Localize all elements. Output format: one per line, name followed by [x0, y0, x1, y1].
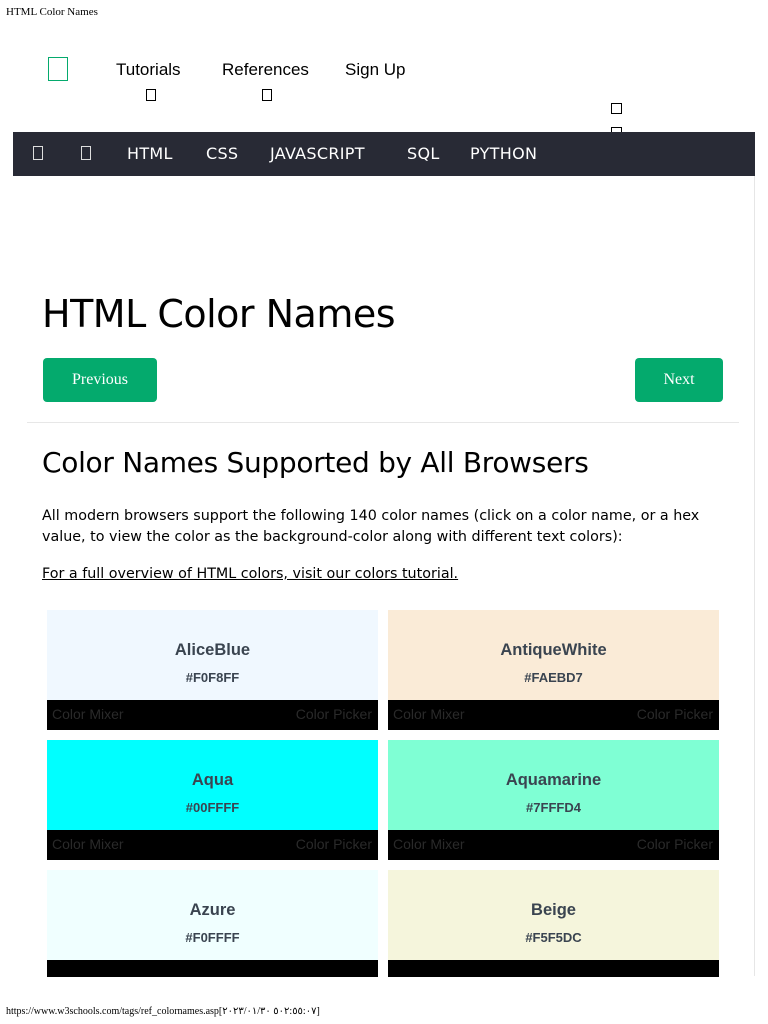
color-hex[interactable]: #7FFFD4 — [388, 800, 719, 815]
color-tools-bar: Color Mixer Color Picker — [47, 700, 378, 730]
color-hex[interactable]: #FAEBD7 — [388, 670, 719, 685]
home-icon[interactable] — [81, 146, 91, 160]
color-card: Azure #F0FFFF — [47, 870, 378, 977]
previous-button[interactable]: Previous — [43, 358, 157, 402]
print-footer: https://www.w3schools.com/tags/ref_color… — [6, 1006, 320, 1017]
color-mixer-link[interactable]: Color Mixer — [393, 706, 465, 722]
subnav-bar: HTML CSS JAVASCRIPT SQL PYTHON — [13, 132, 755, 176]
color-hex[interactable]: #F0F8FF — [47, 670, 378, 685]
references-dropdown-icon[interactable] — [262, 89, 272, 101]
subnav-item-python[interactable]: PYTHON — [470, 144, 537, 163]
colors-tutorial-link[interactable]: For a full overview of HTML colors, visi… — [42, 566, 458, 582]
color-tools-bar: Color Mixer Color Picker — [388, 830, 719, 860]
content-divider — [754, 176, 755, 976]
menu-icon[interactable] — [33, 146, 43, 160]
color-tools-bar — [388, 960, 719, 977]
subnav-item-sql[interactable]: SQL — [407, 144, 440, 163]
color-tools-bar: Color Mixer Color Picker — [388, 700, 719, 730]
color-picker-link[interactable]: Color Picker — [296, 706, 372, 722]
color-mixer-link[interactable]: Color Mixer — [52, 836, 124, 852]
color-name[interactable]: Beige — [388, 901, 719, 920]
color-card: Aqua #00FFFF Color Mixer Color Picker — [47, 740, 378, 860]
references-menu[interactable]: References — [222, 60, 309, 80]
print-header: HTML Color Names — [6, 6, 98, 18]
next-button[interactable]: Next — [635, 358, 723, 402]
color-picker-link[interactable]: Color Picker — [637, 836, 713, 852]
color-name[interactable]: Aquamarine — [388, 771, 719, 790]
color-tools-bar: Color Mixer Color Picker — [47, 830, 378, 860]
section-title: Color Names Supported by All Browsers — [42, 446, 589, 479]
intro-text: All modern browsers support the followin… — [42, 508, 700, 545]
color-name[interactable]: AntiqueWhite — [388, 641, 719, 660]
color-name[interactable]: Azure — [47, 901, 378, 920]
page-title: HTML Color Names — [42, 292, 396, 336]
color-hex[interactable]: #F5F5DC — [388, 930, 719, 945]
color-card: AliceBlue #F0F8FF Color Mixer Color Pick… — [47, 610, 378, 730]
checkbox-icon[interactable] — [611, 103, 622, 114]
subnav-item-css[interactable]: CSS — [206, 144, 238, 163]
color-tools-bar — [47, 960, 378, 977]
tutorials-menu[interactable]: Tutorials — [116, 60, 181, 80]
subnav-item-javascript[interactable]: JAVASCRIPT — [270, 144, 365, 163]
divider — [27, 422, 739, 423]
color-name[interactable]: Aqua — [47, 771, 378, 790]
color-card: Aquamarine #7FFFD4 Color Mixer Color Pic… — [388, 740, 719, 860]
color-picker-link[interactable]: Color Picker — [296, 836, 372, 852]
color-name[interactable]: AliceBlue — [47, 641, 378, 660]
tutorials-dropdown-icon[interactable] — [146, 89, 156, 101]
color-hex[interactable]: #00FFFF — [47, 800, 378, 815]
signup-link[interactable]: Sign Up — [345, 60, 405, 80]
color-card: AntiqueWhite #FAEBD7 Color Mixer Color P… — [388, 610, 719, 730]
color-hex[interactable]: #F0FFFF — [47, 930, 378, 945]
logo-icon[interactable] — [48, 57, 68, 81]
color-card: Beige #F5F5DC — [388, 870, 719, 977]
color-mixer-link[interactable]: Color Mixer — [393, 836, 465, 852]
color-picker-link[interactable]: Color Picker — [637, 706, 713, 722]
color-mixer-link[interactable]: Color Mixer — [52, 706, 124, 722]
subnav-item-html[interactable]: HTML — [127, 144, 173, 163]
